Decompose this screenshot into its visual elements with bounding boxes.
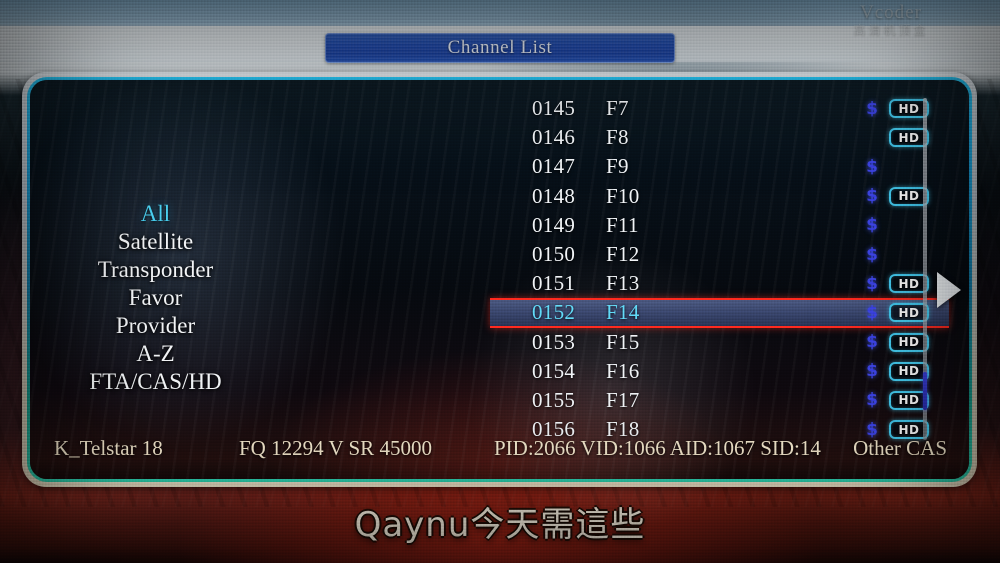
channel-number: 0149 — [532, 212, 576, 237]
sidebar-item-provider[interactable]: Provider — [116, 312, 195, 339]
scrambled-dollar-icon: $ — [866, 332, 878, 353]
channel-number: 0152 — [532, 300, 576, 325]
sidebar-item-label: Transponder — [97, 257, 214, 282]
channel-flags: $HD — [837, 390, 929, 410]
channel-flags: $HD — [837, 99, 929, 119]
channel-flags: $HD — [837, 245, 929, 265]
next-page-arrow-icon[interactable] — [937, 272, 961, 308]
channel-list-scrollbar[interactable] — [923, 98, 927, 440]
scrambled-dollar-icon: $ — [866, 273, 878, 294]
channel-row[interactable]: 0150 F12 $HD — [502, 240, 937, 269]
channel-name: F9 — [606, 154, 629, 179]
channel-row-selected[interactable]: 0152 F14 $ HD — [490, 298, 949, 328]
channel-row[interactable]: 0146 F8 $HD — [502, 123, 937, 152]
status-satellite-name: K_Telstar 18 — [54, 435, 163, 460]
sidebar-item-label: Favor — [128, 285, 183, 310]
channel-flags: $HD — [837, 274, 929, 294]
scrambled-dollar-icon: $ — [866, 156, 878, 177]
channel-row[interactable]: 0154 F16 $ HD — [502, 357, 937, 386]
sidebar-item-label: A-Z — [136, 341, 175, 366]
scrambled-dollar-icon: $ — [866, 186, 878, 207]
channel-number: 0147 — [532, 154, 576, 179]
channel-name: F7 — [606, 96, 629, 121]
watermark-text: Vcoder — [860, 2, 922, 23]
channel-number: 0151 — [532, 271, 576, 296]
channel-row[interactable]: 0155 F17 $ HD — [502, 386, 937, 415]
sidebar-item-satellite[interactable]: Satellite — [118, 228, 193, 255]
sidebar-item-label: All — [140, 201, 171, 226]
channel-flags: $HD — [837, 215, 929, 235]
channel-flags: $HD — [837, 157, 929, 177]
scrambled-dollar-icon: $ — [866, 244, 878, 265]
scrambled-dollar-icon: $ — [866, 390, 878, 411]
channel-name: F15 — [606, 329, 640, 354]
page-title: Channel List — [447, 37, 553, 58]
tv-screen: Vcoder 高清机顶盒 Channel List All Satellite Tr… — [0, 0, 1000, 563]
status-cas-info: Other CAS — [853, 435, 947, 460]
channel-name: F8 — [606, 125, 629, 150]
sidebar-item-fta-cas-hd[interactable]: FTA/CAS/HD — [89, 368, 221, 395]
video-subtitle: Qaynu今天需這些 — [354, 505, 646, 545]
channel-row[interactable]: 0153 F15 $ HD — [502, 328, 937, 357]
channel-row[interactable]: 0145 F7 $ HD — [502, 94, 937, 123]
channel-list-panel-inner: All Satellite Transponder Favor Provider A-Z F… — [27, 77, 972, 482]
scrambled-dollar-icon: $ — [866, 361, 878, 382]
scrollbar-thumb[interactable] — [923, 372, 927, 410]
scrambled-dollar-icon: $ — [866, 215, 878, 236]
channel-row[interactable]: 0147 F9 $HD — [502, 152, 937, 181]
channel-name: F10 — [606, 183, 640, 208]
sidebar-item-a-z[interactable]: A-Z — [136, 340, 174, 367]
channel-flags: $HD — [837, 332, 929, 352]
panel-content: All Satellite Transponder Favor Provider A-Z F… — [30, 80, 969, 479]
channel-row[interactable]: 0148 F10 $ HD — [502, 182, 937, 211]
sidebar-item-label: Provider — [115, 313, 196, 338]
sidebar-item-all[interactable]: All — [141, 200, 170, 227]
channel-list: 0145F7$HD0146F8$HD0147F9$HD0148F10$HD014… — [490, 94, 949, 444]
channel-number: 0150 — [532, 242, 576, 267]
channel-name: F17 — [606, 387, 640, 412]
channel-number: 0154 — [532, 358, 576, 383]
watermark-subtext: 高清机顶盒 — [853, 22, 929, 37]
channel-number: 0155 — [532, 387, 576, 412]
channel-name: F12 — [606, 242, 640, 267]
status-transponder-info: FQ 12294 V SR 45000 — [239, 435, 432, 460]
channel-number: 0148 — [532, 183, 576, 208]
channel-row[interactable]: 0149 F11 $HD — [502, 211, 937, 240]
channel-flags: $HD — [837, 303, 929, 323]
channel-name: F16 — [606, 358, 640, 383]
sidebar-item-transponder[interactable]: Transponder — [98, 256, 213, 283]
scrambled-dollar-icon: $ — [866, 302, 878, 323]
sidebar-item-favor[interactable]: Favor — [129, 284, 183, 311]
channel-flags: $HD — [837, 128, 929, 148]
filter-sidebar: All Satellite Transponder Favor Provider A-Z F… — [38, 200, 273, 395]
sidebar-item-label: FTA/CAS/HD — [89, 369, 222, 394]
scrambled-dollar-icon: $ — [866, 98, 878, 119]
channel-flags: $HD — [837, 186, 929, 206]
channel-number: 0146 — [532, 125, 576, 150]
channel-logo-watermark: Vcoder 高清机顶盒 — [796, 2, 986, 38]
channel-name: F13 — [606, 271, 640, 296]
sidebar-item-label: Satellite — [117, 229, 194, 254]
dialog-title-bar: Channel List — [325, 33, 675, 63]
channel-name: F11 — [606, 212, 639, 237]
status-bar: K_Telstar 18 FQ 12294 V SR 45000 PID:206… — [30, 431, 969, 465]
channel-name: F14 — [606, 300, 640, 325]
channel-flags: $HD — [837, 361, 929, 381]
status-pid-info: PID:2066 VID:1066 AID:1067 SID:14 — [494, 435, 821, 460]
channel-row[interactable]: 0151 F13 $ HD — [502, 269, 937, 298]
channel-number: 0153 — [532, 329, 576, 354]
channel-number: 0145 — [532, 96, 576, 121]
channel-list-panel: All Satellite Transponder Favor Provider A-Z F… — [22, 72, 977, 487]
